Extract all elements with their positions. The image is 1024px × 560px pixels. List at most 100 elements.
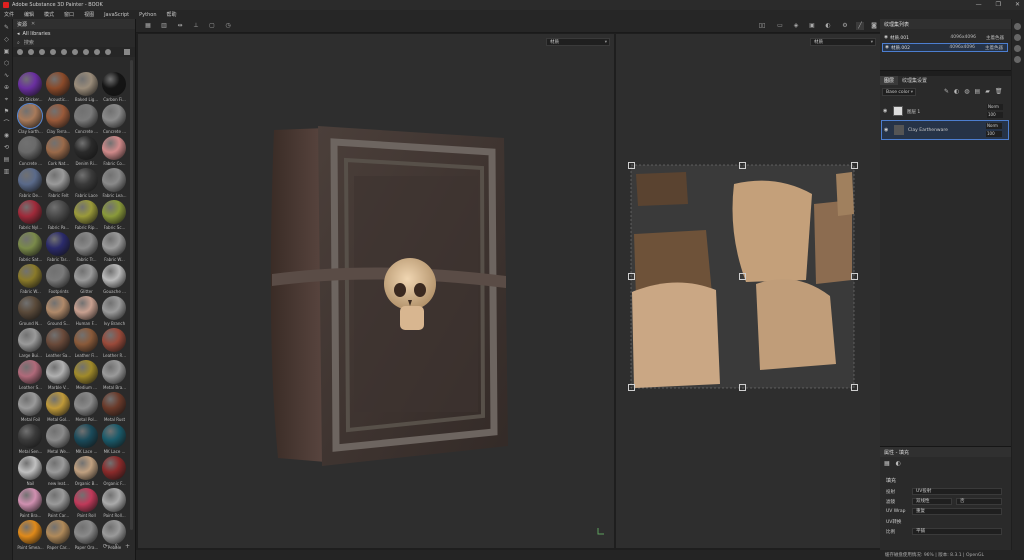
opacity-field[interactable]: 100	[987, 112, 1003, 118]
render-icon[interactable]: ◈	[792, 22, 800, 30]
filter-texture-icon[interactable]	[83, 49, 89, 55]
material-tile[interactable]: Organic B...	[73, 456, 100, 488]
material-tile[interactable]: Footprints	[45, 264, 72, 296]
add-mask-icon[interactable]: ◐	[954, 88, 959, 95]
material-tile[interactable]: Fabric Lace	[73, 168, 100, 200]
material-tile[interactable]: Acoustic...	[45, 72, 72, 104]
material-tile[interactable]: Concrete ...	[73, 104, 100, 136]
add-fill-layer-icon[interactable]: ◍	[964, 88, 969, 95]
material-tile[interactable]: Baked Lig...	[73, 72, 100, 104]
material-tile[interactable]: Fabric Nyl...	[17, 200, 44, 232]
material-tile[interactable]: Paint Car...	[45, 488, 72, 520]
material-tile[interactable]: Metal Gol...	[45, 392, 72, 424]
symmetry-icon[interactable]: ▥	[160, 22, 168, 30]
menu-mode[interactable]: 模式	[44, 11, 54, 18]
breadcrumb[interactable]: All libraries	[23, 31, 51, 37]
bake-icon[interactable]: ⚑	[3, 108, 10, 115]
filter-option-select[interactable]: 否	[956, 498, 1002, 505]
material-tile[interactable]: Fabric Pa...	[45, 200, 72, 232]
projection-select[interactable]: UV投射	[912, 488, 1002, 495]
filter-alpha-icon[interactable]	[105, 49, 111, 55]
material-tile[interactable]: Glitter	[73, 264, 100, 296]
material-tile[interactable]: Organic F...	[101, 456, 128, 488]
channel-select[interactable]: Base color	[882, 88, 916, 96]
projection-icon[interactable]: ▣	[3, 48, 10, 55]
texture-set-shader[interactable]: 主着色器	[985, 45, 1003, 51]
polygon-fill-icon[interactable]: ⬡	[3, 60, 10, 67]
transform-handle[interactable]	[628, 162, 635, 169]
channels-tab-icon[interactable]: ◐	[896, 460, 901, 467]
material-tile[interactable]: Paint Roll...	[101, 488, 128, 520]
material-tile[interactable]: Metal Rust	[101, 392, 128, 424]
uv-wrap-select[interactable]: 重复	[912, 508, 1002, 515]
filter-material-icon[interactable]	[28, 49, 34, 55]
material-tile[interactable]: Marble V...	[45, 360, 72, 392]
camera-settings-icon[interactable]: ◐	[824, 22, 832, 30]
brush-settings-icon[interactable]: ⚙	[841, 22, 849, 30]
refresh-icon[interactable]: ⟳	[103, 543, 108, 550]
delete-icon[interactable]: 🗑	[995, 88, 1003, 95]
minimize-button[interactable]: —	[976, 1, 982, 8]
texture-set-shader[interactable]: 主着色器	[986, 35, 1004, 41]
material-tile[interactable]: Metal Foil	[17, 392, 44, 424]
grid-view-icon[interactable]	[124, 49, 130, 55]
material-tile[interactable]: Fabric Co...	[101, 136, 128, 168]
viewport-3d[interactable]: 材质	[138, 34, 614, 548]
frame-icon[interactable]: ▢	[208, 22, 216, 30]
layer-row[interactable]: ◉ 图层 1 Norm 100	[881, 102, 1009, 122]
history-icon[interactable]: ⟲	[3, 144, 10, 151]
display-settings-icon[interactable]: ▣	[808, 22, 816, 30]
texture-set-row[interactable]: ◉ 材质.001 4096x4096 主着色器	[882, 33, 1008, 42]
transform-handle[interactable]	[739, 162, 746, 169]
menu-window[interactable]: 窗口	[64, 11, 74, 18]
transform-handle[interactable]	[851, 273, 858, 280]
material-tile[interactable]: Cork Nat...	[45, 136, 72, 168]
material-tile[interactable]: Paint Roll	[73, 488, 100, 520]
filter-smart-material-icon[interactable]	[39, 49, 45, 55]
texture-set-row[interactable]: ◉ 材质.002 4096x4096 主着色器	[882, 43, 1008, 52]
display-icon[interactable]: ▥	[3, 168, 10, 175]
maximize-button[interactable]: ❐	[996, 1, 1001, 8]
filter-select[interactable]: 双线性	[912, 498, 952, 505]
material-tile[interactable]: Leather Fi...	[73, 328, 100, 360]
material-tile[interactable]: MK Lace ...	[101, 424, 128, 456]
transform-handle[interactable]	[851, 162, 858, 169]
filter-brush-icon[interactable]	[72, 49, 78, 55]
material-tile[interactable]: Paint Bra...	[17, 488, 44, 520]
history-dock-icon[interactable]	[1014, 56, 1021, 63]
transform-handle[interactable]	[851, 384, 858, 391]
material-tile[interactable]: Ground N...	[17, 296, 44, 328]
material-tile[interactable]: Gouache ...	[101, 264, 128, 296]
material-tile[interactable]: Fabric De...	[17, 168, 44, 200]
material-tile[interactable]: Clay Earth...	[17, 103, 44, 136]
camera-icon[interactable]: ◉	[3, 132, 10, 139]
material-tab-icon[interactable]: ▦	[884, 460, 890, 467]
material-tile[interactable]: MK Lace ...	[73, 424, 100, 456]
material-tile[interactable]: Fabric Tar...	[45, 232, 72, 264]
material-tile[interactable]: Fabric W...	[17, 264, 44, 296]
screenshot-icon[interactable]: ◙	[870, 22, 878, 30]
material-tile[interactable]: Metal We...	[45, 424, 72, 456]
align-icon[interactable]: ⇹	[176, 22, 184, 30]
material-tile[interactable]: Leather S...	[17, 360, 44, 392]
clone-icon[interactable]: ⊕	[3, 84, 10, 91]
blend-mode-select[interactable]: Norm	[986, 123, 1002, 129]
filter-all-icon[interactable]	[17, 49, 23, 55]
menu-python[interactable]: Python	[139, 12, 156, 18]
eye-icon[interactable]: ◉	[884, 127, 888, 133]
material-tile[interactable]: Clay Terra...	[45, 104, 72, 136]
split-view-icon[interactable]: ▯▯	[758, 22, 766, 30]
filter-environment-icon[interactable]	[94, 49, 100, 55]
back-arrow-icon[interactable]: ◂	[17, 31, 20, 37]
filter-filter-icon[interactable]	[61, 49, 67, 55]
material-tile[interactable]: Fabric Sat...	[17, 232, 44, 264]
view-2d-icon[interactable]: ▭	[776, 22, 784, 30]
menu-edit[interactable]: 编辑	[24, 11, 34, 18]
tab-layers[interactable]: 图层	[880, 76, 899, 85]
search-input[interactable]: 搜索	[24, 39, 34, 46]
transform-handle[interactable]	[739, 384, 746, 391]
transform-handle[interactable]	[628, 273, 635, 280]
layout-grid-icon[interactable]: ▦	[144, 22, 152, 30]
paint-mode-icon[interactable]: ╱	[856, 22, 864, 30]
material-tile[interactable]: Fabric Rip...	[73, 200, 100, 232]
